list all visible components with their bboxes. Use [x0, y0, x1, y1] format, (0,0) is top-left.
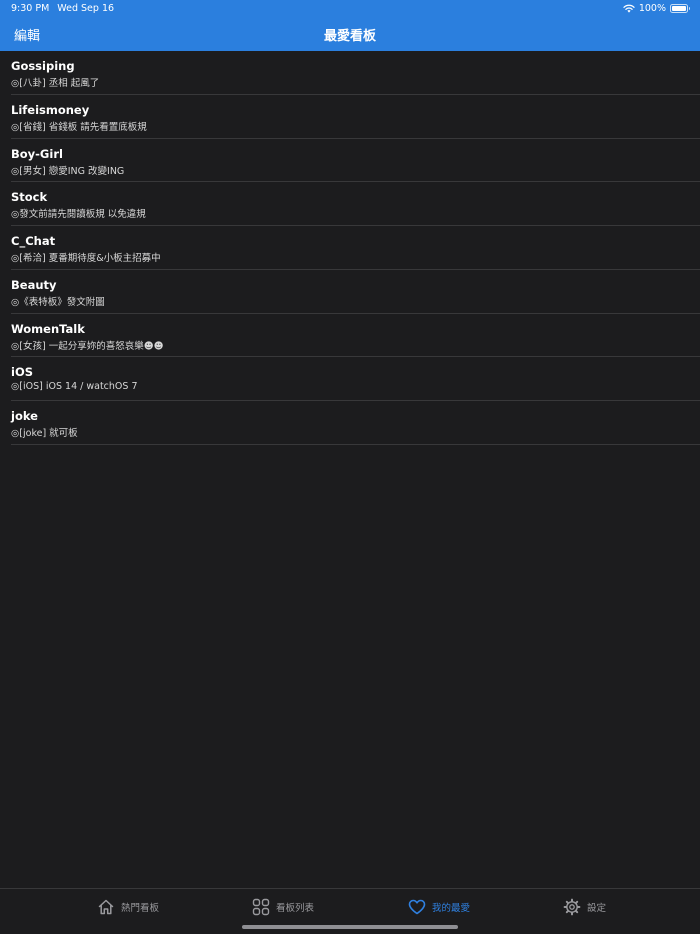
board-name: Lifeismoney: [11, 102, 90, 117]
wifi-icon: [623, 4, 635, 13]
grid-icon: [252, 898, 270, 916]
board-name: Boy-Girl: [11, 146, 63, 161]
board-name: WomenTalk: [11, 321, 85, 336]
board-row[interactable]: iOS ◎[iOS] iOS 14 / watchOS 7: [0, 357, 700, 401]
tab-hot-boards[interactable]: 熱門看板: [97, 898, 159, 916]
status-time: 9:30 PM: [11, 3, 50, 14]
board-row[interactable]: WomenTalk ◎[女孩] 一起分享妳的喜怒哀樂☻☻: [0, 314, 700, 358]
board-description: ◎[joke] 就可板: [11, 428, 78, 439]
board-description: ◎[希洽] 夏番期待度&小板主招募中: [11, 253, 161, 264]
board-description: ◎[iOS] iOS 14 / watchOS 7: [11, 381, 138, 393]
tab-my-favorites[interactable]: 我的最愛: [408, 898, 470, 916]
board-name: iOS: [11, 365, 34, 380]
tab-label: 我的最愛: [432, 903, 471, 914]
board-name: Beauty: [11, 277, 57, 292]
tab-settings[interactable]: 設定: [563, 898, 606, 916]
tab-label: 設定: [587, 903, 607, 914]
board-row[interactable]: C_Chat ◎[希洽] 夏番期待度&小板主招募中: [0, 226, 700, 270]
board-description: ◎《表特板》發文附圖: [11, 296, 105, 308]
navigation-bar: 編輯 最愛看板: [0, 17, 700, 51]
board-name: joke: [11, 409, 38, 423]
board-description: ◎[女孩] 一起分享妳的喜怒哀樂☻☻: [11, 340, 164, 352]
favorite-board-list: Gossiping ◎[八卦] 丞相 起風了 Lifeismoney ◎[省錢] 省錢…: [0, 51, 700, 445]
tab-label: 熱門看板: [121, 903, 160, 914]
board-description: ◎[八卦] 丞相 起風了: [11, 78, 100, 89]
gear-icon: [563, 898, 581, 916]
board-row[interactable]: Gossiping ◎[八卦] 丞相 起風了: [0, 51, 700, 95]
status-bar: 9:30 PM Wed Sep 16 100%: [0, 0, 700, 17]
home-indicator[interactable]: [242, 925, 458, 929]
tab-label: 看板列表: [276, 903, 315, 914]
home-icon: [97, 898, 115, 916]
tab-board-list[interactable]: 看板列表: [252, 898, 314, 916]
board-row[interactable]: joke ◎[joke] 就可板: [0, 401, 700, 445]
top-bar: 9:30 PM Wed Sep 16 100% 編輯 最愛看板: [0, 0, 700, 51]
board-name: C_Chat: [11, 234, 56, 248]
board-row[interactable]: Stock ◎發文前請先閱讀板規 以免違規: [0, 182, 700, 226]
app-window: 9:30 PM Wed Sep 16 100% 編輯 最愛看板 Gossiping…: [0, 0, 700, 934]
page-title: 最愛看板: [323, 29, 376, 44]
status-indicators: 100%: [623, 3, 690, 14]
board-row[interactable]: Boy-Girl ◎[男女] 戀愛ING 改變ING: [0, 139, 700, 183]
board-description: ◎[男女] 戀愛ING 改變ING: [11, 165, 125, 177]
battery-icon: [670, 4, 690, 13]
board-name: Stock: [11, 190, 48, 205]
board-description: ◎[省錢] 省錢板 請先看置底板規: [11, 121, 147, 133]
status-date: Wed Sep 16: [57, 3, 115, 14]
board-row[interactable]: Lifeismoney ◎[省錢] 省錢板 請先看置底板規: [0, 95, 700, 139]
battery-fill: [672, 6, 686, 11]
status-time-date: 9:30 PM Wed Sep 16: [11, 3, 114, 14]
board-description: ◎發文前請先閱讀板規 以免違規: [11, 209, 146, 221]
heart-icon: [408, 898, 426, 916]
board-name: Gossiping: [11, 59, 75, 73]
battery-percentage: 100%: [638, 3, 666, 14]
board-row[interactable]: Beauty ◎《表特板》發文附圖: [0, 270, 700, 314]
